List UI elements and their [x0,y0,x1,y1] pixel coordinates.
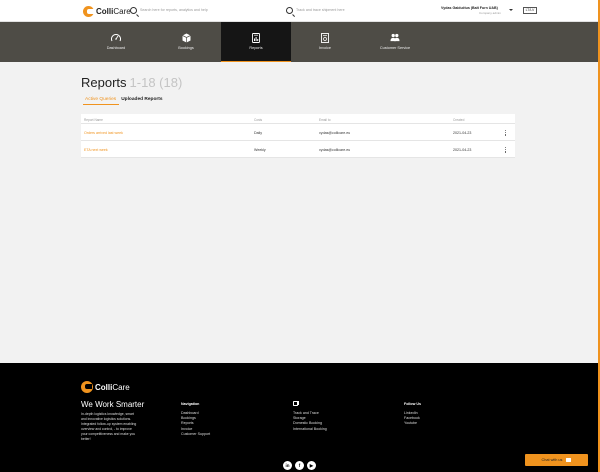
track-search-icon[interactable] [286,7,293,14]
report-email: vydas@collicare.eu [319,148,351,152]
page-title-text: Reports [81,75,127,90]
nav-customer-service[interactable]: Customer Service [360,22,430,62]
column-header-costs[interactable]: Costs [254,118,262,122]
footer-follow-links: LinkedIn Facebook Youtube [404,411,420,427]
invoice-icon [320,32,330,43]
nav-label: Dashboard [106,46,126,50]
speedometer-icon [111,32,121,43]
column-header-created[interactable]: Created [453,118,464,122]
top-bar: ColliCare Search here for reports, analy… [0,0,600,22]
nav-invoice[interactable]: Invoice [290,22,360,62]
youtube-icon[interactable]: ▶ [307,461,316,470]
nav-label: Invoice [318,46,332,50]
column-header-report-name[interactable]: Report Name [84,118,103,122]
table-header: Report Name Costs Email to Created [81,114,515,124]
report-created: 2021-04-23 [453,131,472,135]
user-name[interactable]: Vydas Gaidučius (Balt Furn UAB) [441,6,498,10]
report-icon [251,32,261,43]
report-tabs: Active Queries Uploaded Reports [83,97,166,105]
footer-service-links: Track and Trace Storage Domestic Booking… [293,411,327,432]
nav-label: Bookings [178,46,194,50]
facebook-icon[interactable]: f [295,461,304,470]
footer-link-youtube[interactable]: Youtube [404,421,420,426]
footer-description-line: better! [81,437,91,441]
report-cost: Daily [254,131,262,135]
collicare-logo[interactable]: ColliCare [83,5,131,17]
report-created: 2021-04-23 [453,148,472,152]
search-icon[interactable] [130,7,137,14]
footer-logo-bold: Colli [95,382,113,392]
language-button[interactable]: LT/LV [523,7,537,14]
nav-bookings[interactable]: Bookings [151,22,221,62]
user-role: Company admin [479,11,501,15]
logo-mark-icon [83,5,94,17]
tab-uploaded-reports[interactable]: Uploaded Reports [119,97,165,105]
report-cost: Weekly [254,148,266,152]
more-options-icon[interactable] [505,129,507,136]
footer-nav-heading: Navigation [181,402,200,406]
people-icon [390,32,400,43]
chat-button[interactable]: Chat with us [525,454,588,466]
nav-label: Reports [249,46,263,50]
track-trace-input[interactable]: Track and trace shipment here [296,8,345,12]
report-email: vydas@collicare.eu [319,131,351,135]
chat-icon [566,458,572,462]
page-title: Reports 1-18 (18) [81,75,182,90]
nav-label: Customer Service [379,46,411,50]
chevron-down-icon[interactable] [509,9,513,11]
nav-reports[interactable]: Reports [221,22,291,62]
footer-follow-heading: Follow Us [404,402,421,406]
report-name-link[interactable]: Orders arrived last week [84,131,123,135]
search-input[interactable]: Search here for reports, analytics and h… [140,8,208,12]
table-row[interactable]: ETA next week Weekly vydas@collicare.eu … [81,141,515,158]
footer-nav-links: Dashboard Bookings Reports Invoice Custo… [181,411,210,437]
tab-active-queries[interactable]: Active Queries [83,97,120,105]
footer-link-international-booking[interactable]: International Booking [293,427,327,432]
box-icon [181,32,191,43]
more-options-icon[interactable] [505,146,507,153]
column-header-email[interactable]: Email to [319,118,331,122]
footer-description: In-depth logistics knowledge, smart and … [81,412,136,442]
table-row[interactable]: Orders arrived last week Daily vydas@col… [81,124,515,141]
main-nav: Dashboard Bookings Reports Invoice Custo… [0,22,600,62]
logo-text-bold: Colli [96,6,114,16]
external-link-icon [293,400,299,406]
logo-mark-icon [81,381,93,393]
report-count: 1-18 (18) [129,75,183,90]
footer-tagline: We Work Smarter [81,400,145,409]
linkedin-icon[interactable]: in [283,461,292,470]
footer: ColliCare We Work Smarter In-depth logis… [0,363,600,472]
footer-logo-light: Care [112,382,130,392]
reports-table: Report Name Costs Email to Created Order… [81,114,515,158]
chat-button-label: Chat with us [541,458,563,462]
footer-link-customer-support[interactable]: Customer Support [181,432,210,437]
logo-text-light: Care [113,6,131,16]
report-name-link[interactable]: ETA next week [84,148,108,152]
footer-logo[interactable]: ColliCare [81,381,130,393]
nav-dashboard[interactable]: Dashboard [81,22,151,62]
